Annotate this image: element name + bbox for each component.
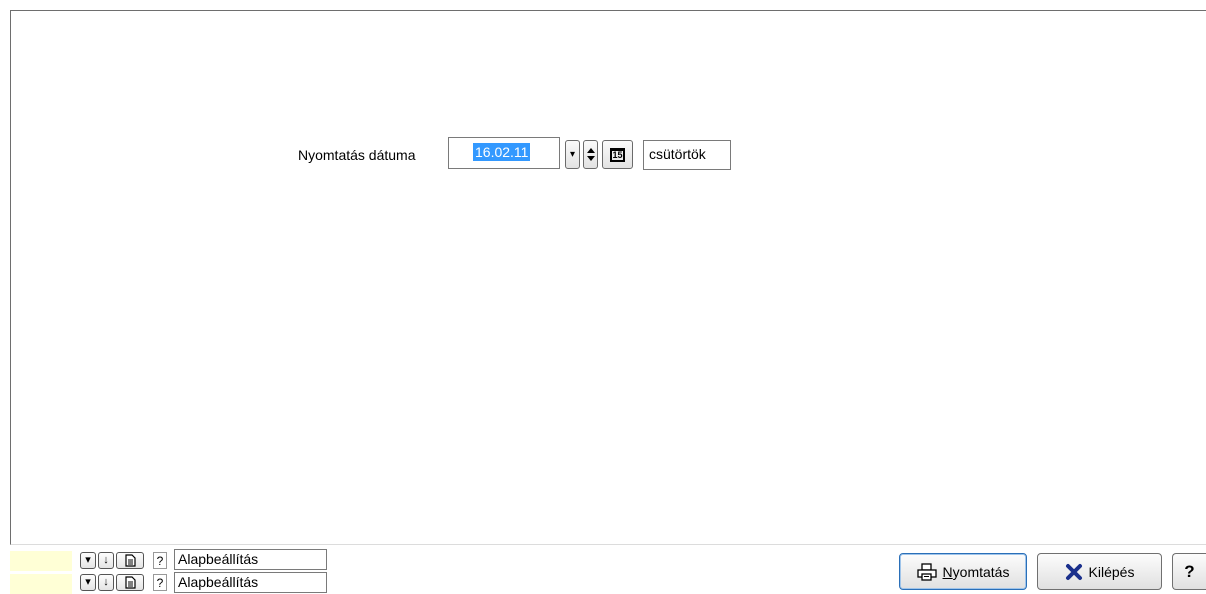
exit-button-label: Kilépés <box>1088 563 1135 580</box>
setting-load-button-1[interactable]: ↓ <box>98 552 114 569</box>
setting-code-field-1[interactable] <box>10 551 72 571</box>
setting-document-button-2[interactable] <box>116 574 144 591</box>
question-icon: ? <box>156 553 164 568</box>
printer-icon <box>916 562 937 581</box>
print-button-label: Nyomtatás <box>942 563 1010 580</box>
form-panel <box>10 10 1206 545</box>
setting-document-button-1[interactable] <box>116 552 144 569</box>
help-button[interactable]: ? <box>1172 553 1206 590</box>
day-of-week-field: csütörtök <box>643 140 731 170</box>
document-icon <box>124 576 136 589</box>
arrow-down-icon: ↓ <box>103 576 109 588</box>
calendar-icon: 15 <box>610 147 625 162</box>
date-dropdown-button[interactable]: ▾ <box>565 140 580 169</box>
setting-help-button-2[interactable]: ? <box>153 574 167 591</box>
question-icon: ? <box>156 575 164 590</box>
setting-code-field-2[interactable] <box>10 574 72 594</box>
setting-help-button-1[interactable]: ? <box>153 552 167 569</box>
chevron-down-icon: ▾ <box>569 148 576 160</box>
print-date-value: 16.02.11 <box>473 143 531 161</box>
calendar-button[interactable]: 15 <box>602 140 633 169</box>
chevron-down-icon: ▾ <box>85 554 91 566</box>
spin-down-icon[interactable] <box>586 156 595 161</box>
arrow-down-icon: ↓ <box>103 554 109 566</box>
setting-dropdown-button-1[interactable]: ▾ <box>80 552 96 569</box>
print-date-input[interactable]: 16.02.11 <box>448 137 560 169</box>
exit-button[interactable]: Kilépés <box>1037 553 1162 590</box>
setting-load-button-2[interactable]: ↓ <box>98 574 114 591</box>
close-icon <box>1065 563 1082 580</box>
help-button-label: ? <box>1184 561 1195 581</box>
spin-up-icon[interactable] <box>586 148 595 153</box>
setting-name-field-1[interactable]: Alapbeállítás <box>174 549 327 570</box>
chevron-down-icon: ▾ <box>85 576 91 588</box>
setting-name-field-2[interactable]: Alapbeállítás <box>174 572 327 593</box>
print-button[interactable]: Nyomtatás <box>899 553 1027 590</box>
document-icon <box>124 554 136 567</box>
print-date-label: Nyomtatás dátuma <box>298 147 416 163</box>
setting-dropdown-button-2[interactable]: ▾ <box>80 574 96 591</box>
date-spinner[interactable] <box>583 140 598 169</box>
